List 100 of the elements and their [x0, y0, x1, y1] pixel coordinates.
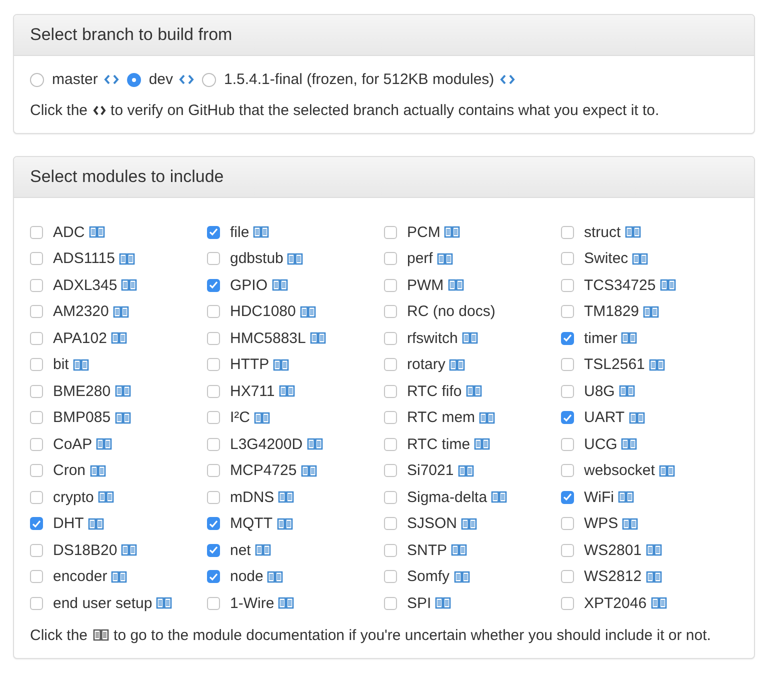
module-label[interactable]: HMC5883L	[230, 330, 306, 347]
checkbox[interactable]	[30, 490, 43, 504]
book-icon[interactable]	[273, 358, 290, 371]
book-icon[interactable]	[660, 279, 676, 292]
module-label[interactable]: crypto	[53, 488, 94, 506]
module-label[interactable]: BME280	[53, 382, 111, 400]
module-label[interactable]: WS2801	[584, 542, 642, 559]
module-label[interactable]: TCS34725	[584, 276, 656, 294]
book-icon[interactable]	[90, 464, 106, 477]
module-label[interactable]: AM2320	[53, 303, 109, 320]
book-icon[interactable]	[474, 438, 490, 450]
module-label[interactable]: RTC fifo	[407, 382, 462, 400]
code-icon[interactable]	[500, 74, 516, 85]
module-label[interactable]: rfswitch	[407, 330, 458, 347]
book-icon[interactable]	[287, 252, 304, 265]
checkbox[interactable]	[561, 464, 574, 478]
branch-label[interactable]: master	[52, 71, 98, 88]
checkbox[interactable]	[561, 570, 574, 584]
checkbox[interactable]	[561, 490, 574, 504]
checkbox[interactable]	[384, 278, 397, 292]
book-icon[interactable]	[621, 438, 638, 450]
book-icon[interactable]	[310, 332, 326, 344]
module-label[interactable]: PWM	[407, 276, 444, 294]
book-icon[interactable]	[254, 412, 270, 424]
code-icon[interactable]	[179, 74, 194, 85]
checkbox[interactable]	[30, 411, 43, 424]
book-icon[interactable]	[300, 306, 316, 318]
module-label[interactable]: DS18B20	[53, 542, 118, 559]
module-label[interactable]: DHT	[53, 515, 84, 532]
checkbox[interactable]	[30, 332, 43, 345]
checkbox[interactable]	[561, 438, 574, 451]
book-icon[interactable]	[648, 358, 665, 371]
checkbox[interactable]	[561, 596, 574, 610]
book-icon[interactable]	[658, 464, 675, 477]
book-icon[interactable]	[466, 385, 482, 398]
module-label[interactable]: ADS1115	[53, 250, 115, 268]
module-label[interactable]: I²C	[230, 409, 250, 426]
module-label[interactable]: file	[230, 224, 250, 241]
checkbox[interactable]	[207, 332, 220, 345]
book-icon[interactable]	[451, 544, 468, 556]
checkbox[interactable]	[30, 384, 43, 398]
checkbox[interactable]	[207, 278, 220, 292]
checkbox[interactable]	[207, 226, 220, 239]
module-label[interactable]: perf	[407, 250, 433, 268]
module-label[interactable]: WS2812	[584, 568, 642, 586]
book-icon[interactable]	[110, 332, 127, 344]
book-icon[interactable]	[114, 385, 131, 398]
checkbox[interactable]	[207, 438, 220, 451]
checkbox[interactable]	[30, 252, 43, 266]
module-label[interactable]: SPI	[407, 594, 432, 612]
module-label[interactable]: Somfy	[407, 568, 450, 586]
book-icon[interactable]	[272, 279, 288, 292]
checkbox[interactable]	[561, 252, 574, 266]
checkbox[interactable]	[207, 517, 220, 530]
checkbox[interactable]	[384, 570, 397, 584]
book-icon[interactable]	[632, 252, 648, 265]
module-label[interactable]: APA102	[53, 330, 107, 347]
book-icon[interactable]	[98, 491, 114, 504]
module-label[interactable]: UCG	[584, 436, 618, 453]
radio-button[interactable]	[126, 72, 141, 86]
module-label[interactable]: Switec	[584, 250, 628, 268]
radio-button[interactable]	[202, 72, 216, 86]
checkbox[interactable]	[30, 596, 43, 610]
code-icon[interactable]	[104, 74, 119, 85]
book-icon[interactable]	[254, 544, 271, 556]
module-label[interactable]: rotary	[407, 356, 446, 374]
checkbox[interactable]	[561, 411, 574, 424]
book-icon[interactable]	[618, 491, 634, 504]
module-label[interactable]: SNTP	[407, 542, 448, 559]
book-icon[interactable]	[88, 226, 105, 238]
module-label[interactable]: CoAP	[53, 436, 92, 453]
book-icon[interactable]	[111, 570, 128, 583]
module-label[interactable]: UART	[584, 409, 625, 426]
module-label[interactable]: SJSON	[407, 515, 458, 532]
checkbox[interactable]	[30, 464, 43, 478]
book-icon[interactable]	[114, 412, 131, 424]
checkbox[interactable]	[384, 438, 397, 451]
module-label[interactable]: node	[230, 568, 264, 586]
book-icon[interactable]	[646, 544, 662, 556]
module-label[interactable]: bit	[53, 356, 69, 374]
module-label[interactable]: 1-Wire	[230, 594, 274, 612]
module-label[interactable]: struct	[584, 224, 621, 241]
module-label[interactable]: HTTP	[230, 356, 270, 374]
book-icon[interactable]	[435, 597, 452, 610]
book-icon[interactable]	[449, 358, 466, 371]
module-label[interactable]: ADXL345	[53, 276, 118, 294]
checkbox[interactable]	[30, 226, 43, 239]
checkbox[interactable]	[30, 570, 43, 584]
checkbox[interactable]	[384, 464, 397, 478]
book-icon[interactable]	[72, 358, 89, 371]
book-icon[interactable]	[112, 306, 129, 318]
book-icon[interactable]	[643, 306, 660, 318]
branch-label[interactable]: dev	[148, 71, 174, 88]
book-icon[interactable]	[454, 570, 470, 583]
book-icon[interactable]	[119, 252, 135, 265]
checkbox[interactable]	[561, 278, 574, 292]
book-icon[interactable]	[300, 464, 317, 477]
book-icon[interactable]	[276, 518, 292, 530]
module-label[interactable]: GPIO	[230, 276, 268, 294]
checkbox[interactable]	[384, 384, 397, 398]
